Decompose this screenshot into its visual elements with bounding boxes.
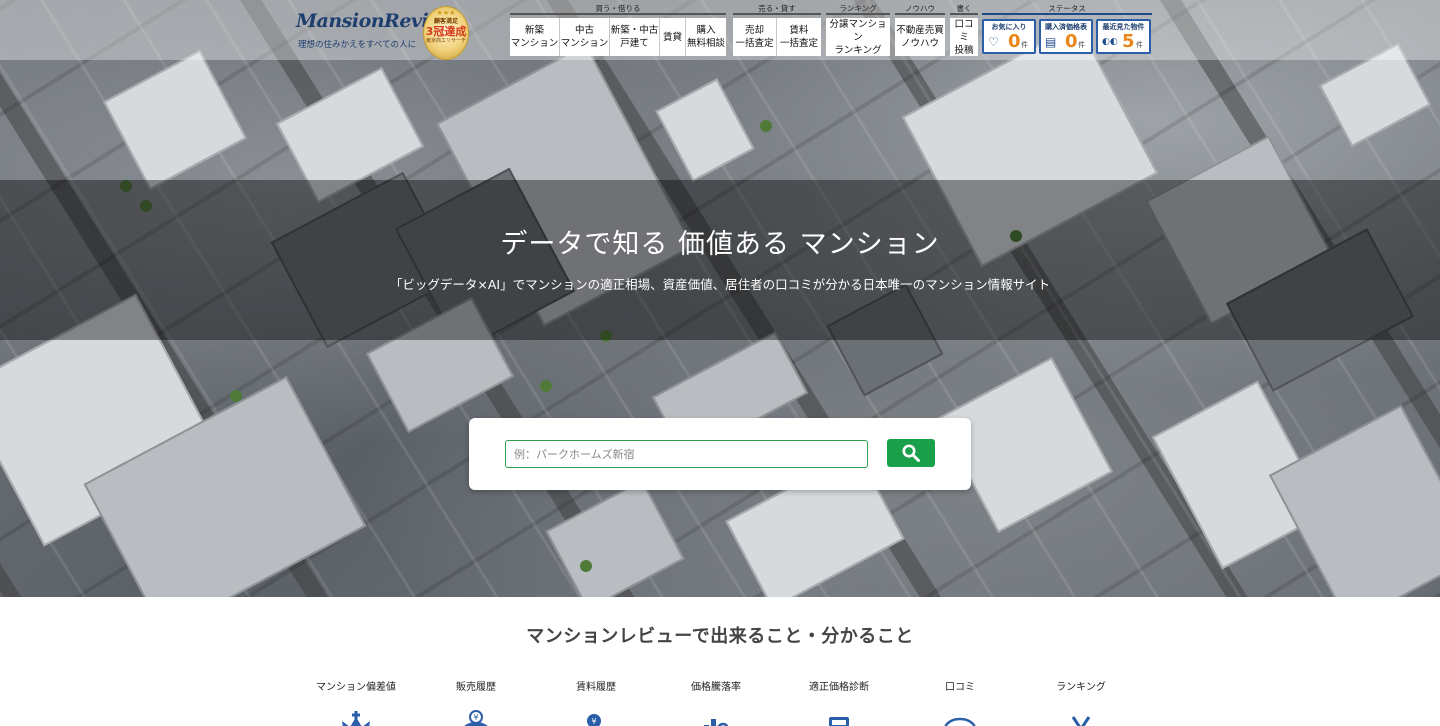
status-recently-viewed[interactable]: 最近見た物件 ◐◐ 5 件 — [1096, 19, 1151, 54]
award-line1: 顧客満足 — [433, 18, 458, 25]
nav-post-review[interactable]: 口コミ 投稿 — [950, 18, 978, 56]
status-group-title: ステータス — [982, 3, 1152, 15]
nav-group-write: 書く 口コミ 投稿 — [950, 3, 978, 56]
stars-icon: ★★★ — [436, 9, 456, 17]
chart-magnifier-icon — [698, 709, 734, 726]
feature-ranking[interactable]: ランキング — [1036, 678, 1126, 726]
nav-new-mansion[interactable]: 新築 マンション — [510, 18, 560, 56]
nav-mansion-ranking[interactable]: 分譲マンション ランキング — [826, 18, 890, 56]
status-favorites[interactable]: お気に入り ♡ 0 件 — [982, 19, 1036, 54]
speech-bubble-icon — [942, 709, 978, 726]
nav-detached-house[interactable]: 新築・中古 戸建て — [610, 18, 660, 56]
piggy-bank-icon: ¥ — [458, 709, 494, 726]
nav-group-title: 売る・貸す — [733, 3, 821, 15]
eyes-icon: ◐◐ — [1102, 37, 1118, 47]
hero-subtitle: 「ビッグデータ×AI」でマンションの適正相場、資産価値、居住者の口コミが分かる日… — [389, 277, 1051, 292]
logo-tagline: 理想の住みかえをすべての人に — [298, 40, 417, 50]
status-count: 5 — [1122, 31, 1135, 52]
nav-realestate-knowhow[interactable]: 不動産売買 ノウハウ — [895, 18, 945, 56]
status-count: 0 — [1008, 31, 1021, 52]
feature-rent-history[interactable]: 賃料履歴 ¥ — [551, 678, 641, 726]
document-icon: ▤ — [1045, 35, 1057, 49]
hero-title: データで知る 価値ある マンション — [500, 229, 940, 260]
coins-icon: ¥ — [578, 709, 614, 726]
nav-group-buy-rent: 買う・借りる 新築 マンション 中古 マンション 新築・中古 戸建て 賃貸 購入… — [510, 3, 726, 56]
feature-label: 賃料履歴 — [576, 682, 616, 693]
status-unit: 件 — [1078, 41, 1085, 49]
award-line3: 東京商工リサーチ — [425, 38, 466, 44]
site-logo[interactable]: MansionReview 理想の住みかえをすべての人に ★★★ 顧客満足 3冠… — [296, 6, 476, 60]
svg-text:¥: ¥ — [473, 713, 478, 722]
award-badge: ★★★ 顧客満足 3冠達成 東京商工リサーチ — [423, 6, 469, 60]
feature-deviation[interactable]: マンション偏差値 — [311, 678, 401, 726]
feature-label: マンション偏差値 — [316, 682, 396, 693]
award-line2: 3冠達成 — [425, 25, 467, 38]
nav-group-title: 書く — [950, 3, 978, 15]
search-panel — [469, 418, 971, 490]
hero-background: データで知る 価値ある マンション 「ビッグデータ×AI」でマンションの適正相場… — [0, 0, 1440, 597]
search-icon — [902, 444, 920, 462]
nav-group-title: 買う・借りる — [510, 3, 726, 15]
calculator-icon — [821, 709, 857, 726]
nav-group-sell-lease: 売る・貸す 売却 一括査定 賃料 一括査定 — [733, 3, 821, 56]
nav-purchase-consult[interactable]: 購入 無料相談 — [686, 18, 726, 56]
feature-price-change[interactable]: 価格騰落率 — [671, 678, 761, 726]
status-unit: 件 — [1136, 41, 1143, 49]
feature-sales-history[interactable]: 販売履歴 ¥ — [431, 678, 521, 726]
search-input[interactable] — [505, 440, 868, 468]
status-unit: 件 — [1021, 41, 1028, 49]
feature-reviews[interactable]: 口コミ — [915, 678, 1005, 726]
heart-icon: ♡ — [988, 35, 999, 49]
feature-label: 価格騰落率 — [691, 682, 741, 693]
nav-sale-assessment[interactable]: 売却 一括査定 — [733, 18, 777, 56]
nav-rent-assessment[interactable]: 賃料 一括査定 — [777, 18, 821, 56]
nav-rental[interactable]: 賃貸 — [660, 18, 686, 56]
svg-text:¥: ¥ — [591, 717, 596, 726]
medal-icon — [1063, 709, 1099, 726]
status-purchased-pricelist[interactable]: 購入済価格表 ▤ 0 件 — [1039, 19, 1093, 54]
nav-group-knowhow: ノウハウ 不動産売買 ノウハウ — [895, 3, 945, 56]
feature-label: 適正価格診断 — [809, 682, 869, 693]
nav-group-ranking: ランキング 分譲マンション ランキング — [826, 3, 890, 56]
feature-label: 口コミ — [945, 682, 975, 693]
nav-group-title: ノウハウ — [895, 3, 945, 15]
feature-label: 販売履歴 — [456, 682, 496, 693]
search-button[interactable] — [887, 439, 935, 467]
nav-group-title: ランキング — [826, 3, 890, 15]
features-title: マンションレビューで出来ること・分かること — [526, 626, 914, 647]
feature-label: ランキング — [1056, 682, 1106, 693]
status-group: ステータス お気に入り ♡ 0 件 購入済価格表 ▤ 0 件 最近見た物件 ◐◐… — [982, 3, 1152, 54]
nav-used-mansion[interactable]: 中古 マンション — [560, 18, 610, 56]
status-count: 0 — [1065, 31, 1078, 52]
feature-price-diagnosis[interactable]: 適正価格診断 — [794, 678, 884, 726]
crown-icon — [338, 709, 374, 726]
